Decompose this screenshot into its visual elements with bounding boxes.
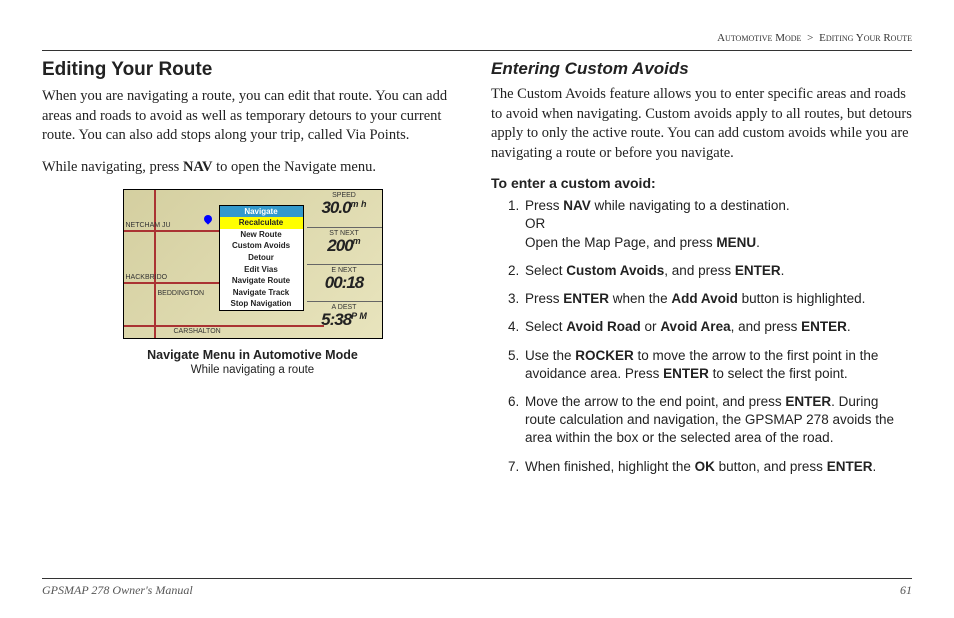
data-arrive-dest: A DEST5:38P M	[307, 301, 382, 338]
page-footer: GPSMAP 278 Owner's Manual 61	[42, 578, 912, 598]
top-rule	[42, 50, 912, 51]
key-enter: ENTER	[801, 319, 847, 334]
key-nav: NAV	[563, 198, 591, 213]
data-eta-next: E NEXT00:18	[307, 264, 382, 301]
custom-avoids-paragraph: The Custom Avoids feature allows you to …	[491, 85, 912, 163]
page-number: 61	[900, 583, 912, 598]
breadcrumb: Automotive Mode > Editing Your Route	[42, 32, 912, 44]
car-icon	[202, 214, 213, 225]
step-7: When finished, highlight the OK button, …	[523, 458, 912, 476]
key-enter: ENTER	[785, 394, 831, 409]
step-6: Move the arrow to the end point, and pre…	[523, 393, 912, 448]
key-enter: ENTER	[663, 366, 709, 381]
menu-item-navigate-track: Navigate Track	[220, 287, 303, 299]
step-5: Use the ROCKER to move the arrow to the …	[523, 347, 912, 383]
menu-item-recalculate: Recalculate	[220, 217, 303, 229]
key-rocker: ROCKER	[575, 348, 634, 363]
menu-item-edit-vias: Edit Vias	[220, 264, 303, 276]
breadcrumb-sep: >	[807, 32, 813, 44]
menu-item-custom-avoids: Custom Avoids	[220, 240, 303, 252]
steps-list: Press NAV while navigating to a destinat…	[491, 197, 912, 476]
intro-paragraph: When you are navigating a route, you can…	[42, 87, 463, 146]
step-4: Select Avoid Road or Avoid Area, and pre…	[523, 318, 912, 336]
key-enter: ENTER	[563, 291, 609, 306]
menu-title: Navigate	[220, 206, 303, 217]
steps-heading: To enter a custom avoid:	[491, 175, 912, 191]
manual-title: GPSMAP 278 Owner's Manual	[42, 583, 193, 598]
figure-wrapper: NETCHAM JU HACKBRIDO BEDDINGTON CARSHALT…	[42, 189, 463, 376]
key-enter: ENTER	[827, 459, 873, 474]
map-label: CARSHALTON	[174, 328, 221, 335]
key-menu: MENU	[716, 235, 756, 250]
step-1: Press NAV while navigating to a destinat…	[523, 197, 912, 252]
menu-item-navigate-route: Navigate Route	[220, 275, 303, 287]
step-2: Select Custom Avoids, and press ENTER.	[523, 262, 912, 280]
right-column: Entering Custom Avoids The Custom Avoids…	[491, 59, 912, 566]
menu-item-new-route: New Route	[220, 229, 303, 241]
key-nav: NAV	[183, 159, 213, 175]
data-speed: SPEED30.0m h	[307, 190, 382, 226]
nav-instruction: While navigating, press NAV to open the …	[42, 158, 463, 178]
left-column: Editing Your Route When you are navigati…	[42, 59, 463, 566]
navigate-menu: Navigate Recalculate New Route Custom Av…	[219, 205, 304, 311]
breadcrumb-section: Automotive Mode	[717, 32, 801, 44]
data-panel: SPEED30.0m h ST NEXT200m E NEXT00:18 A D…	[307, 190, 382, 338]
map-label: BEDDINGTON	[158, 290, 205, 297]
figure-title: Navigate Menu in Automotive Mode	[42, 348, 463, 362]
figure-subtitle: While navigating a route	[42, 364, 463, 376]
data-dist-next: ST NEXT200m	[307, 227, 382, 264]
menu-item-detour: Detour	[220, 252, 303, 264]
map-label: NETCHAM JU	[126, 222, 171, 229]
navigate-menu-screenshot: NETCHAM JU HACKBRIDO BEDDINGTON CARSHALT…	[123, 189, 383, 339]
key-enter: ENTER	[735, 263, 781, 278]
menu-item-stop-navigation: Stop Navigation	[220, 298, 303, 310]
heading-custom-avoids: Entering Custom Avoids	[491, 59, 912, 79]
breadcrumb-page: Editing Your Route	[819, 32, 912, 44]
map-label: HACKBRIDO	[126, 274, 168, 281]
step-3: Press ENTER when the Add Avoid button is…	[523, 290, 912, 308]
heading-editing-route: Editing Your Route	[42, 59, 463, 81]
